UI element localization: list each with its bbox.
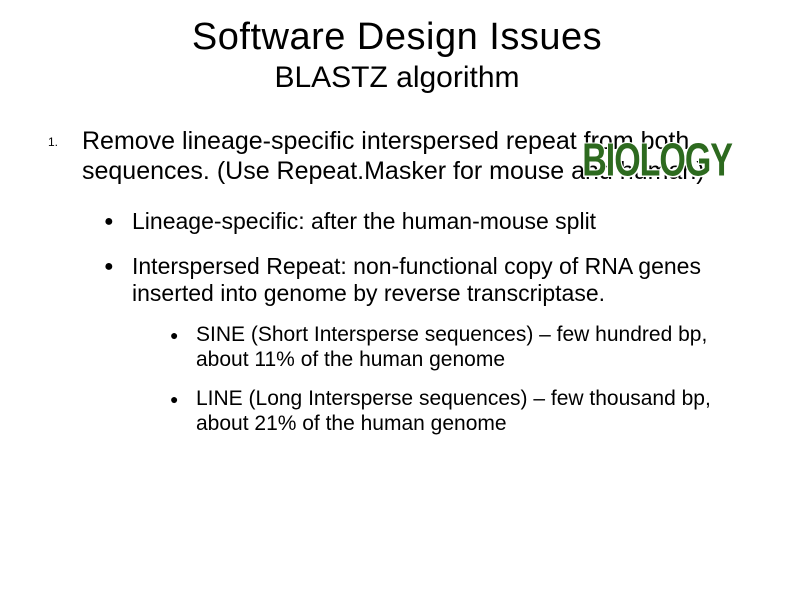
list-item-body: Interspersed Repeat: non-functional copy… xyxy=(132,253,746,450)
slide: Software Design Issues BLASTZ algorithm … xyxy=(0,0,794,595)
bullet-icon: ● xyxy=(104,253,114,275)
list-text: Interspersed Repeat: non-functional copy… xyxy=(132,253,746,307)
sublist: ● Lineage-specific: after the human-mous… xyxy=(48,208,746,450)
slide-subtitle: BLASTZ algorithm xyxy=(20,61,774,95)
list-item: ● Interspersed Repeat: non-functional co… xyxy=(104,253,746,450)
slide-title: Software Design Issues xyxy=(20,16,774,59)
list-number: 1. xyxy=(48,127,60,149)
list-text: LINE (Long Intersperse sequences) – few … xyxy=(196,387,746,437)
list-item: ● Lineage-specific: after the human-mous… xyxy=(104,208,746,235)
bullet-icon: ● xyxy=(170,387,180,406)
sub-sublist: ● SINE (Short Intersperse sequences) – f… xyxy=(132,323,746,436)
list-text: Lineage-specific: after the human-mouse … xyxy=(132,208,596,235)
biology-stamp: BIOLOGY xyxy=(582,135,732,188)
list-item: ● LINE (Long Intersperse sequences) – fe… xyxy=(170,387,746,437)
bullet-icon: ● xyxy=(104,208,114,230)
list-item: ● SINE (Short Intersperse sequences) – f… xyxy=(170,323,746,373)
list-text: SINE (Short Intersperse sequences) – few… xyxy=(196,323,746,373)
bullet-icon: ● xyxy=(170,323,180,342)
